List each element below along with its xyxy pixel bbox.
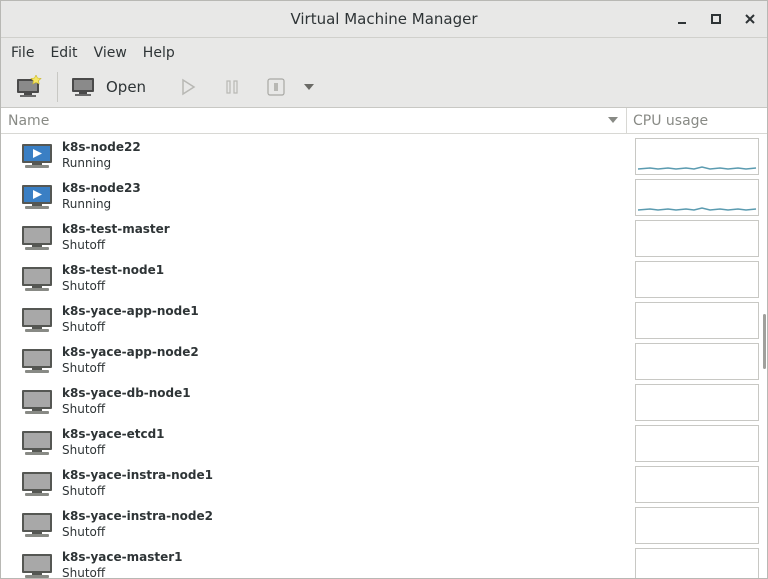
vm-name: k8s-node22 — [62, 140, 141, 154]
vm-status: Shutoff — [62, 361, 106, 375]
cpu-column-label: CPU usage — [633, 112, 709, 129]
window-title: Virtual Machine Manager — [290, 10, 478, 28]
vm-shutoff-icon — [22, 431, 52, 455]
vm-status: Shutoff — [62, 320, 106, 334]
pause-button[interactable] — [214, 71, 250, 103]
vm-row[interactable]: k8s-node22 Running — [1, 135, 767, 176]
vm-status: Shutoff — [62, 402, 106, 416]
vm-shutoff-icon — [22, 226, 52, 250]
cpu-usage-graph — [635, 466, 759, 503]
menubar: File Edit View Help — [1, 38, 767, 67]
vm-status: Shutoff — [62, 566, 106, 578]
vm-row[interactable]: k8s-node23 Running — [1, 176, 767, 217]
vm-status: Shutoff — [62, 279, 106, 293]
vm-row[interactable]: k8s-yace-instra-node1 Shutoff — [1, 463, 767, 504]
minimize-icon[interactable] — [671, 9, 693, 29]
vm-list: k8s-node22 Running k8s-node23 Running k8s-te… — [1, 135, 767, 578]
menu-view[interactable]: View — [86, 41, 135, 65]
vm-status: Shutoff — [62, 443, 106, 457]
vm-name: k8s-test-node1 — [62, 263, 165, 277]
vm-status: Shutoff — [62, 238, 106, 252]
cpu-usage-graph — [635, 302, 759, 339]
shutdown-menu-button[interactable] — [298, 71, 320, 103]
cpu-column-header[interactable]: CPU usage — [626, 108, 767, 133]
app-window: Virtual Machine Manager File Edit View H… — [0, 0, 768, 579]
close-icon[interactable] — [739, 9, 761, 29]
menu-help[interactable]: Help — [135, 41, 183, 65]
new-vm-icon — [17, 75, 42, 97]
toolbar-separator — [57, 72, 58, 102]
vm-row[interactable]: k8s-yace-master1 Shutoff — [1, 545, 767, 578]
cpu-usage-graph — [635, 138, 759, 175]
vm-status: Running — [62, 197, 112, 211]
vm-running-icon — [22, 144, 52, 168]
vm-name: k8s-yace-app-node1 — [62, 304, 199, 318]
shutdown-icon — [267, 78, 285, 96]
vm-name: k8s-yace-app-node2 — [62, 345, 199, 359]
cpu-usage-graph — [635, 507, 759, 544]
vm-shutoff-icon — [22, 390, 52, 414]
list-header: Name CPU usage — [1, 108, 767, 134]
vertical-scrollbar[interactable] — [763, 314, 766, 369]
cpu-usage-graph — [635, 425, 759, 462]
cpu-usage-graph — [635, 548, 759, 578]
shutdown-button[interactable] — [258, 71, 294, 103]
dropdown-arrow-icon — [304, 84, 315, 90]
open-button[interactable]: Open — [64, 76, 152, 98]
vm-shutoff-icon — [22, 308, 52, 332]
titlebar: Virtual Machine Manager — [1, 1, 767, 38]
vm-status: Running — [62, 156, 112, 170]
menu-edit[interactable]: Edit — [42, 41, 85, 65]
vm-row[interactable]: k8s-yace-app-node2 Shutoff — [1, 340, 767, 381]
vm-row[interactable]: k8s-yace-etcd1 Shutoff — [1, 422, 767, 463]
vm-row[interactable]: k8s-yace-instra-node2 Shutoff — [1, 504, 767, 545]
vm-running-icon — [22, 185, 52, 209]
vm-name: k8s-yace-etcd1 — [62, 427, 165, 441]
cpu-usage-graph — [635, 261, 759, 298]
cpu-usage-graph — [635, 343, 759, 380]
pause-icon — [226, 80, 238, 94]
vm-row[interactable]: k8s-yace-db-node1 Shutoff — [1, 381, 767, 422]
vm-row[interactable]: k8s-test-node1 Shutoff — [1, 258, 767, 299]
menu-file[interactable]: File — [3, 41, 42, 65]
cpu-usage-graph — [635, 384, 759, 421]
run-button[interactable] — [170, 71, 206, 103]
vm-shutoff-icon — [22, 513, 52, 537]
vm-shutoff-icon — [22, 554, 52, 578]
vm-status: Shutoff — [62, 525, 106, 539]
vm-name: k8s-test-master — [62, 222, 170, 236]
vm-status: Shutoff — [62, 484, 106, 498]
play-icon — [182, 78, 196, 96]
vm-name: k8s-yace-master1 — [62, 550, 183, 564]
vm-shutoff-icon — [22, 472, 52, 496]
vm-name: k8s-yace-instra-node1 — [62, 468, 214, 482]
name-column-header[interactable]: Name — [1, 108, 626, 133]
monitor-icon — [72, 78, 94, 96]
name-column-label: Name — [8, 112, 50, 129]
vm-name: k8s-yace-db-node1 — [62, 386, 191, 400]
vm-shutoff-icon — [22, 349, 52, 373]
cpu-usage-graph — [635, 179, 759, 216]
new-vm-button[interactable] — [7, 71, 51, 103]
vm-row[interactable]: k8s-yace-app-node1 Shutoff — [1, 299, 767, 340]
open-button-label: Open — [106, 78, 147, 96]
vm-name: k8s-yace-instra-node2 — [62, 509, 214, 523]
vm-row[interactable]: k8s-test-master Shutoff — [1, 217, 767, 258]
maximize-icon[interactable] — [705, 9, 727, 29]
toolbar: Open — [1, 67, 767, 108]
cpu-usage-graph — [635, 220, 759, 257]
vm-shutoff-icon — [22, 267, 52, 291]
vm-name: k8s-node23 — [62, 181, 141, 195]
sort-arrow-icon — [608, 117, 618, 123]
